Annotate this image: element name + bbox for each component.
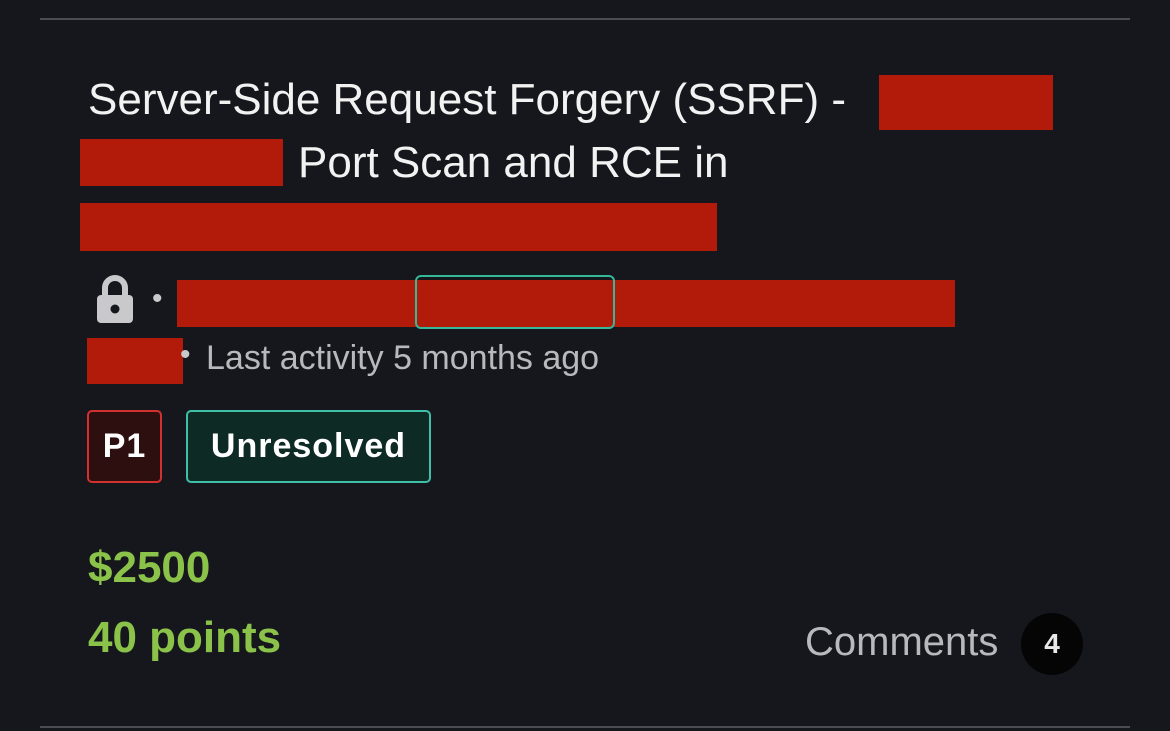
redacted-target xyxy=(80,139,283,186)
report-title-line-2[interactable]: Port Scan and RCE in xyxy=(298,137,728,189)
comments-link[interactable]: Comments xyxy=(805,618,998,666)
meta-separator: • xyxy=(180,338,191,371)
redacted-asset xyxy=(80,203,717,251)
last-activity: Last activity 5 months ago xyxy=(206,339,600,377)
bounty-amount: $2500 xyxy=(88,543,211,592)
comments-count-badge[interactable]: 4 xyxy=(1021,613,1083,675)
team-badge[interactable] xyxy=(415,275,615,329)
status-badge: Unresolved xyxy=(186,410,431,483)
meta-separator: • xyxy=(152,282,163,315)
lock-icon xyxy=(96,274,134,324)
severity-badge: P1 xyxy=(87,410,162,483)
points-value: 40 points xyxy=(88,613,282,662)
report-title-line-1[interactable]: Server-Side Request Forgery (SSRF) - xyxy=(88,74,846,126)
redacted-reporter xyxy=(87,338,183,384)
redacted-program-name xyxy=(879,75,1053,130)
